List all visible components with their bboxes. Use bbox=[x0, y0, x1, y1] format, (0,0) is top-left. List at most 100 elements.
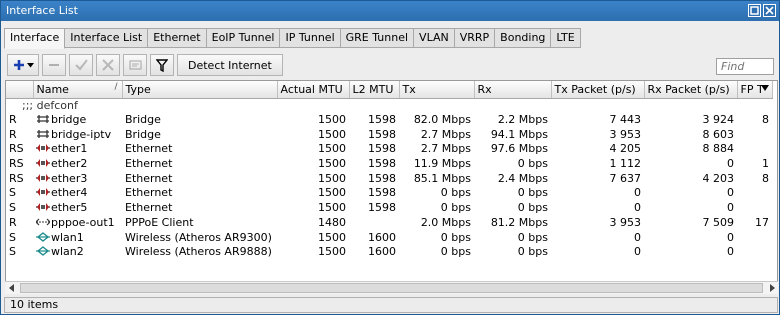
row-tx: 2.7 Mbps bbox=[420, 127, 471, 141]
row-name-label: wlan1 bbox=[51, 230, 84, 244]
remove-button[interactable] bbox=[42, 54, 66, 76]
tab-interface[interactable]: Interface bbox=[4, 28, 66, 49]
row-actual-mtu: 1500 bbox=[318, 142, 346, 156]
sort-ascending-icon: / bbox=[114, 82, 118, 92]
title-bar[interactable]: Interface List bbox=[1, 1, 779, 21]
table-header: Name / Type Actual MTU L2 MTU Tx Rx Tx Pa… bbox=[6, 81, 773, 99]
restore-button[interactable] bbox=[748, 4, 761, 17]
col-header-tx[interactable]: Tx bbox=[399, 81, 475, 99]
table-row[interactable]: RS ether2 Ethernet 1500 1598 11.9 Mbps 0 bps 1 … bbox=[6, 157, 772, 172]
wireless-icon bbox=[36, 245, 51, 258]
row-actual-mtu: 1500 bbox=[318, 230, 346, 244]
tab-ethernet[interactable]: Ethernet bbox=[148, 28, 207, 48]
row-l2-mtu: 1598 bbox=[368, 113, 396, 127]
table-row[interactable]: RS ether3 Ethernet 1500 1598 85.1 Mbps 2.4 Mbp… bbox=[6, 171, 772, 186]
close-icon bbox=[765, 6, 774, 15]
funnel-icon bbox=[156, 58, 168, 72]
row-flags: S bbox=[9, 201, 16, 215]
tab-lte[interactable]: LTE bbox=[551, 28, 581, 48]
table-row[interactable]: Rpppoe-out1 PPPoE Client 1480 2.0 Mbps 81.2 … bbox=[6, 216, 772, 231]
col-header-fp-t[interactable]: FP T bbox=[737, 81, 773, 99]
col-header-type[interactable]: Type bbox=[122, 81, 278, 99]
row-rx-packet: 8 603 bbox=[702, 127, 735, 141]
row-fp-t bbox=[737, 186, 772, 201]
col-header-name[interactable]: Name / bbox=[33, 81, 123, 99]
bridge-icon bbox=[36, 128, 51, 141]
tab-ip-tunnel[interactable]: IP Tunnel bbox=[280, 28, 341, 48]
row-type: Wireless (Atheros AR9888) bbox=[125, 245, 272, 259]
tab-gre-tunnel[interactable]: GRE Tunnel bbox=[340, 28, 415, 48]
row-rx-packet: 4 203 bbox=[702, 171, 735, 185]
row-rx: 2.2 Mbps bbox=[497, 113, 548, 127]
row-fp-t bbox=[737, 127, 772, 142]
col-header-rx[interactable]: Rx bbox=[474, 81, 552, 99]
col-header-l2-mtu[interactable]: L2 MTU bbox=[349, 81, 400, 99]
row-name: wlan2 bbox=[33, 245, 122, 260]
table-row[interactable]: Swlan1 Wireless (Atheros AR9300) 1500 1600 0… bbox=[6, 230, 772, 245]
close-button[interactable] bbox=[763, 4, 776, 17]
bridge-icon bbox=[36, 113, 51, 126]
detect-internet-button[interactable]: Detect Internet bbox=[177, 54, 283, 76]
row-fp-t bbox=[737, 201, 772, 216]
ethernet-icon bbox=[36, 172, 51, 185]
tab-vlan[interactable]: VLAN bbox=[414, 28, 455, 48]
table-row[interactable]: Sether4 Ethernet 1500 1598 0 bps 0 bps 0 0 bbox=[6, 186, 772, 201]
row-tx-packet: 0 bbox=[634, 230, 641, 244]
row-name-label: ether3 bbox=[51, 171, 88, 185]
checkmark-icon bbox=[74, 59, 88, 71]
filter-button[interactable] bbox=[150, 54, 174, 76]
scroll-right-button[interactable] bbox=[765, 282, 778, 294]
row-tx-packet: 0 bbox=[634, 186, 641, 200]
row-l2-mtu bbox=[349, 216, 399, 231]
table-row[interactable]: Rbridge-iptv Bridge 1500 1598 2.7 Mbps 94.1 M… bbox=[6, 127, 772, 142]
table-row[interactable]: RS ether1 Ethernet 1500 1598 2.7 Mbps 97.6 Mbp… bbox=[6, 142, 772, 157]
row-flags: S bbox=[9, 230, 16, 244]
row-name: pppoe-out1 bbox=[33, 216, 122, 231]
scroll-thumb[interactable] bbox=[20, 283, 763, 293]
find-input[interactable] bbox=[716, 58, 774, 75]
table-row[interactable]: Rbridge Bridge 1500 1598 82.0 Mbps 2.2 Mbps 7 … bbox=[6, 113, 772, 128]
col-header-flags[interactable] bbox=[6, 81, 34, 99]
row-flags: R bbox=[9, 127, 17, 141]
col-header-rx-packet[interactable]: Rx Packet (p/s) bbox=[644, 81, 738, 99]
tab-eoip-tunnel[interactable]: EoIP Tunnel bbox=[206, 28, 281, 48]
row-tx-packet: 3 953 bbox=[609, 127, 642, 141]
row-actual-mtu: 1500 bbox=[318, 245, 346, 259]
horizontal-scrollbar[interactable] bbox=[5, 281, 778, 294]
row-actual-mtu: 1500 bbox=[318, 127, 346, 141]
row-fp-t bbox=[737, 142, 772, 157]
row-rx-packet: 0 bbox=[727, 201, 734, 215]
table-row[interactable]: Swlan2 Wireless (Atheros AR9888) 1500 1600 0… bbox=[6, 245, 772, 260]
add-button[interactable] bbox=[7, 54, 39, 76]
row-actual-mtu: 1500 bbox=[318, 201, 346, 215]
row-type: Wireless (Atheros AR9300) bbox=[125, 230, 272, 244]
status-bar: 10 items bbox=[4, 297, 778, 313]
row-name: ether2 bbox=[33, 157, 122, 172]
comment-button[interactable] bbox=[123, 54, 147, 76]
dropdown-arrow-icon bbox=[26, 62, 34, 67]
col-header-actual-mtu[interactable]: Actual MTU bbox=[277, 81, 350, 99]
row-tx: 82.0 Mbps bbox=[413, 113, 471, 127]
row-fp-t bbox=[737, 230, 772, 245]
row-flags: R bbox=[9, 215, 17, 229]
row-tx-packet: 7 637 bbox=[609, 171, 642, 185]
table-row[interactable]: Sether5 Ethernet 1500 1598 0 bps 0 bps 0 0 bbox=[6, 201, 772, 216]
row-tx: 0 bps bbox=[440, 245, 471, 259]
tab-interface-list[interactable]: Interface List bbox=[65, 28, 149, 48]
scroll-left-button[interactable] bbox=[5, 282, 18, 294]
row-name: ether4 bbox=[33, 186, 122, 201]
row-rx-packet: 0 bbox=[727, 157, 734, 171]
row-fp-t: 1 bbox=[762, 157, 769, 171]
col-header-tx-packet[interactable]: Tx Packet (p/s) bbox=[551, 81, 645, 99]
tab-bonding[interactable]: Bonding bbox=[495, 28, 552, 48]
tab-vrrp[interactable]: VRRP bbox=[454, 28, 496, 48]
row-tx: 11.9 Mbps bbox=[413, 157, 471, 171]
enable-button[interactable] bbox=[69, 54, 93, 76]
row-actual-mtu: 1500 bbox=[318, 113, 346, 127]
row-rx: 0 bps bbox=[517, 245, 548, 259]
disable-button[interactable] bbox=[96, 54, 120, 76]
column-menu-icon[interactable] bbox=[760, 85, 769, 91]
row-name: bridge bbox=[33, 113, 122, 128]
row-type: Ethernet bbox=[125, 186, 173, 200]
row-tx: 85.1 Mbps bbox=[413, 171, 471, 185]
